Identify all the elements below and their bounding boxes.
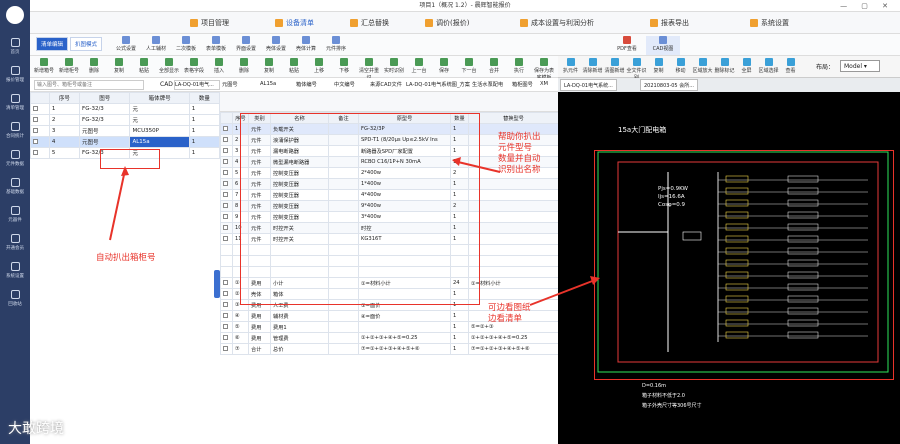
- annotation-extract: 帮助你扒出 元件型号 数量并自动 识别出名称: [498, 132, 541, 175]
- annotation-arrows: [109, 157, 600, 306]
- watermark: 大敢跨境: [8, 421, 64, 437]
- annotation-auto-box: 自动扒出箱柜号: [96, 253, 156, 263]
- annotation-view-both: 可边看图纸 边看清单: [488, 303, 531, 324]
